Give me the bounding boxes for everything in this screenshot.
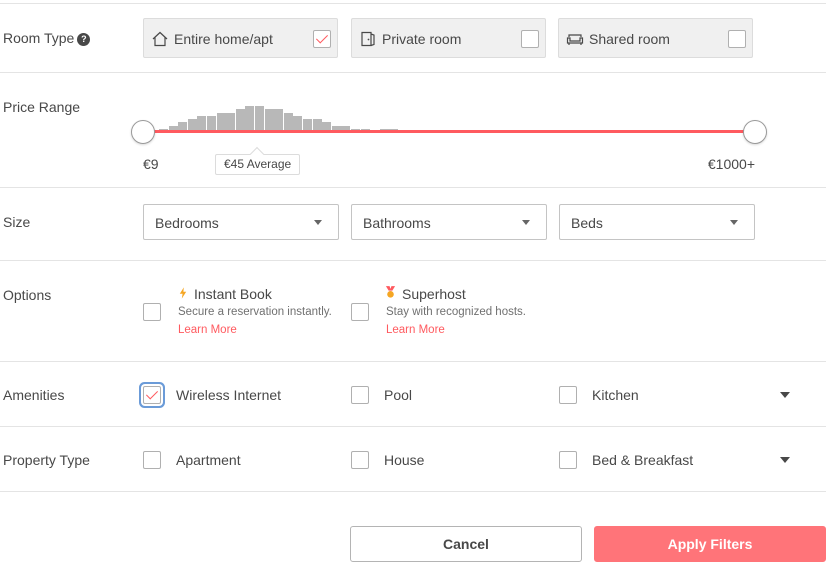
kitchen-checkbox[interactable] — [559, 386, 577, 404]
chevron-down-icon — [730, 220, 738, 225]
options-label: Options — [3, 287, 52, 303]
instant-book-learn-more-link[interactable]: Learn More — [178, 324, 237, 336]
bathrooms-select[interactable]: Bathrooms — [351, 204, 547, 240]
amenities-expand-caret-icon[interactable] — [780, 392, 790, 398]
room-type-private-room-label: Private room — [382, 31, 462, 47]
superhost-checkbox[interactable] — [351, 303, 369, 321]
apartment-checkbox[interactable] — [143, 451, 161, 469]
question-circle-icon[interactable]: ? — [77, 33, 91, 46]
property-type-expand-caret-icon[interactable] — [780, 457, 790, 463]
price-min-value: €9 — [143, 156, 159, 172]
price-range-label: Price Range — [3, 99, 81, 115]
beds-select[interactable]: Beds — [559, 204, 755, 240]
room-type-entire-home[interactable]: Entire home/apt — [143, 18, 338, 58]
room-type-shared-room-checkbox[interactable] — [728, 30, 746, 48]
bed-and-breakfast-checkbox[interactable] — [559, 451, 577, 469]
apartment-label: Apartment — [176, 452, 241, 468]
room-type-shared-room[interactable]: Shared room — [558, 18, 753, 58]
instant-book-description: Secure a reservation instantly. — [178, 306, 332, 318]
bathrooms-select-value: Bathrooms — [363, 215, 431, 231]
wireless-internet-checkbox[interactable] — [143, 386, 161, 404]
house-icon — [152, 31, 168, 47]
price-histogram — [159, 104, 399, 132]
bedrooms-select[interactable]: Bedrooms — [143, 204, 339, 240]
price-max-handle[interactable] — [743, 120, 767, 144]
chevron-down-icon — [522, 220, 530, 225]
property-type-label: Property Type — [3, 452, 90, 468]
histogram-bar — [274, 109, 284, 132]
histogram-bar — [235, 109, 245, 132]
kitchen-label: Kitchen — [592, 387, 639, 403]
house-label: House — [384, 452, 425, 468]
pool-checkbox[interactable] — [351, 386, 369, 404]
pool-label: Pool — [384, 387, 413, 403]
histogram-bar — [255, 106, 264, 132]
amenities-row: Amenities — [0, 362, 826, 427]
price-slider-track[interactable] — [143, 130, 755, 133]
price-max-value: €1000+ — [707, 156, 755, 172]
histogram-bar — [264, 109, 274, 132]
histogram-bar — [245, 106, 255, 132]
instant-book-checkbox[interactable] — [143, 303, 161, 321]
price-average-tag: €45 Average — [215, 154, 301, 175]
amenities-label: Amenities — [3, 387, 65, 403]
superhost-description: Stay with recognized hosts. — [386, 306, 526, 318]
superhost-title: Superhost — [402, 286, 466, 302]
room-type-entire-home-checkbox[interactable] — [313, 30, 331, 48]
chevron-down-icon — [314, 220, 322, 225]
room-type-shared-room-label: Shared room — [589, 31, 670, 47]
room-type-private-room[interactable]: Private room — [351, 18, 546, 58]
superhost-medal-icon — [385, 286, 396, 298]
apply-filters-button[interactable]: Apply Filters — [594, 526, 826, 562]
cancel-button[interactable]: Cancel — [350, 526, 582, 562]
couch-icon — [566, 34, 584, 45]
size-label: Size — [3, 214, 31, 230]
price-min-handle[interactable] — [131, 120, 155, 144]
instant-book-title: Instant Book — [194, 286, 272, 302]
room-type-private-room-checkbox[interactable] — [521, 30, 539, 48]
room-type-entire-home-label: Entire home/apt — [174, 31, 273, 47]
bed-and-breakfast-label: Bed & Breakfast — [592, 452, 694, 468]
lightning-icon — [179, 287, 187, 299]
bedrooms-select-value: Bedrooms — [155, 215, 219, 231]
room-type-label: Room Type? — [3, 30, 91, 46]
house-checkbox[interactable] — [351, 451, 369, 469]
superhost-learn-more-link[interactable]: Learn More — [386, 324, 445, 336]
beds-select-value: Beds — [571, 215, 603, 231]
door-icon — [361, 31, 375, 47]
wireless-internet-label: Wireless Internet — [176, 387, 282, 403]
